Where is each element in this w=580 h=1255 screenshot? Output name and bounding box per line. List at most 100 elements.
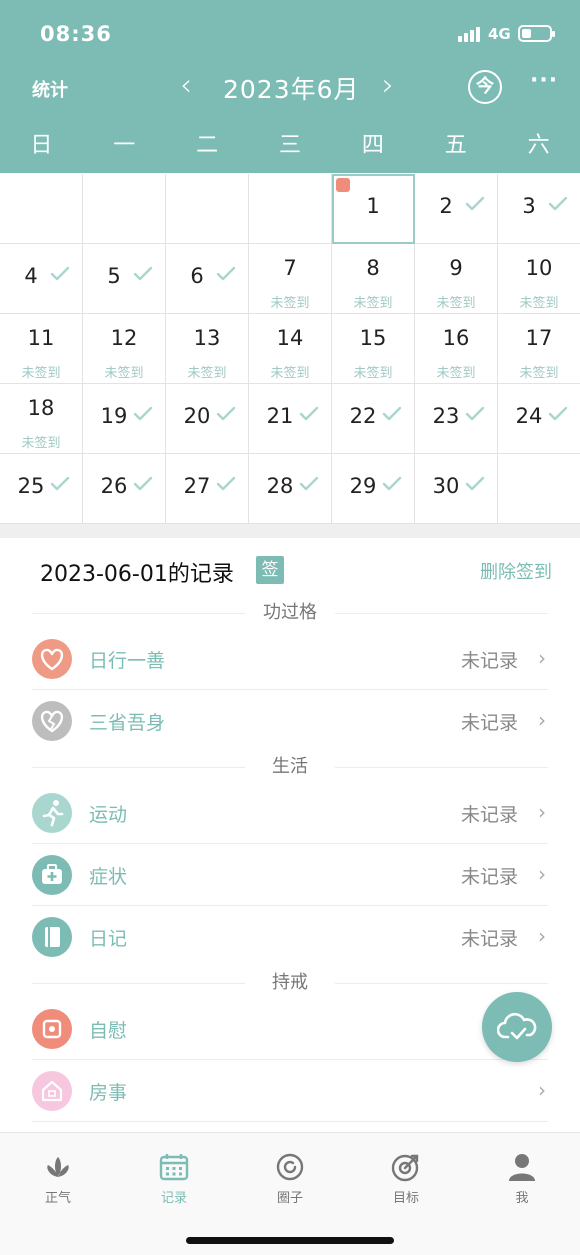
unsigned-label: 未签到 <box>519 296 559 311</box>
user-icon <box>464 1151 580 1183</box>
month-title[interactable]: 2023年6月 <box>223 70 360 106</box>
stats-button[interactable]: 统计 <box>32 76 68 102</box>
tab-target[interactable]: 目标 <box>348 1133 464 1213</box>
day-number: 9 <box>449 256 463 280</box>
calendar-day-cell[interactable]: 18 未签到 <box>0 384 83 454</box>
prev-month-button[interactable]: ‹ <box>180 68 192 104</box>
record-item[interactable]: 日行一善 未记录 › <box>32 628 548 690</box>
tab-lotus[interactable]: 正气 <box>0 1133 116 1213</box>
calendar-day-cell[interactable]: 30 <box>415 454 498 524</box>
section-title: 生活 <box>245 752 335 782</box>
calendar-day-cell[interactable]: 5 <box>83 244 166 314</box>
calendar-day-cell[interactable]: 20 <box>166 384 249 454</box>
tab-label: 记录 <box>160 1191 187 1206</box>
weekday-header: 日一二三四五六 <box>0 124 580 170</box>
day-number: 16 <box>442 326 470 350</box>
record-item[interactable]: 运动 未记录 › <box>32 782 548 844</box>
record-item[interactable]: 症状 未记录 › <box>32 844 548 906</box>
calendar-day-cell[interactable]: 9 未签到 <box>415 244 498 314</box>
circle-icon <box>232 1151 348 1183</box>
calendar-day-cell[interactable]: 16 未签到 <box>415 314 498 384</box>
checkmark-icon <box>216 476 236 494</box>
delete-sign-button[interactable]: 删除签到 <box>480 558 552 584</box>
unsigned-label: 未签到 <box>21 366 61 381</box>
record-item[interactable]: 自慰1次› <box>32 998 548 1060</box>
calendar-day-cell[interactable]: 19 <box>83 384 166 454</box>
calendar-day-cell[interactable]: 29 <box>332 454 415 524</box>
chevron-right-icon: › <box>538 708 546 732</box>
calendar-day-cell[interactable]: 25 <box>0 454 83 524</box>
calendar-day-cell[interactable]: 26 <box>83 454 166 524</box>
tab-label: 正气 <box>44 1191 71 1206</box>
calendar-day-cell[interactable]: 23 <box>415 384 498 454</box>
tab-circle[interactable]: 圈子 <box>232 1133 348 1213</box>
unsigned-label: 未签到 <box>353 296 393 311</box>
record-item[interactable]: 日记 未记录 › <box>32 906 548 968</box>
cloud-sync-button[interactable] <box>482 992 552 1062</box>
section-title: 功过格 <box>245 598 335 628</box>
calendar-day-cell[interactable]: 22 <box>332 384 415 454</box>
sign-badge: 签 <box>256 556 284 584</box>
calendar-week-row: 4 5 6 7 未签到 8 未签到 9 未签到 10 未签到 <box>0 244 580 314</box>
calendar-day-cell[interactable]: 7 未签到 <box>249 244 332 314</box>
header: 08:36 4G 统计 ‹ 2023年6月 › 今 ··· 日 一 二 三 四 五 六 <box>0 0 580 173</box>
record-item-label: 症状 <box>89 866 128 888</box>
more-icon[interactable]: ··· <box>530 68 558 93</box>
weekday-label: 五 <box>444 133 467 158</box>
calendar-day-cell[interactable]: 27 <box>166 454 249 524</box>
unsigned-label: 未签到 <box>104 366 144 381</box>
chevron-right-icon: › <box>538 924 546 948</box>
today-button[interactable]: 今 <box>468 70 502 104</box>
day-number: 7 <box>283 256 297 280</box>
calendar-day-cell[interactable]: 2 <box>415 174 498 244</box>
record-item-label: 房事 <box>89 1082 128 1104</box>
battery-level <box>522 29 531 38</box>
toolbar: 统计 ‹ 2023年6月 › 今 ··· <box>0 64 580 112</box>
calendar-day-cell[interactable]: 4 <box>0 244 83 314</box>
calendar-day-cell[interactable]: 15 未签到 <box>332 314 415 384</box>
calendar-day-cell[interactable]: 10 未签到 <box>498 244 580 314</box>
record-item-status: 未记录 <box>460 866 518 888</box>
day-number: 12 <box>110 326 138 350</box>
calendar-day-cell[interactable]: 12 未签到 <box>83 314 166 384</box>
record-item[interactable]: 看黄无› <box>32 1122 548 1132</box>
weekday-label: 二 <box>196 133 219 158</box>
calendar-empty-cell <box>83 174 166 244</box>
tab-label: 目标 <box>392 1191 419 1206</box>
tab-calendar[interactable]: 记录 <box>116 1133 232 1213</box>
calendar-day-cell[interactable]: 3 <box>498 174 580 244</box>
calendar-day-cell[interactable]: 6 <box>166 244 249 314</box>
calendar-day-cell[interactable]: 11 未签到 <box>0 314 83 384</box>
house-icon <box>32 1071 72 1111</box>
network-label: 4G <box>488 25 511 43</box>
calendar-day-cell[interactable]: 14 未签到 <box>249 314 332 384</box>
checkmark-icon <box>50 266 70 284</box>
checkmark-icon <box>382 476 402 494</box>
record-item[interactable]: 三省吾身 未记录 › <box>32 690 548 752</box>
calendar-day-cell[interactable]: 21 <box>249 384 332 454</box>
weekday-label: 六 <box>527 133 550 158</box>
calendar-day-cell[interactable]: 1 <box>332 174 415 244</box>
calendar-day-cell[interactable]: 28 <box>249 454 332 524</box>
day-number: 11 <box>27 326 55 350</box>
checkmark-icon <box>133 266 153 284</box>
calendar-day-cell[interactable]: 17 未签到 <box>498 314 580 384</box>
calendar-day-cell[interactable]: 24 <box>498 384 580 454</box>
checkmark-icon <box>465 476 485 494</box>
record-item[interactable]: 房事 › <box>32 1060 548 1122</box>
tab-user[interactable]: 我 <box>464 1133 580 1213</box>
calendar-week-row: 11 未签到 12 未签到 13 未签到 14 未签到 15 未签到 16 未签到 17 未签到 <box>0 314 580 384</box>
divider <box>0 524 580 538</box>
calendar-day-cell[interactable]: 8 未签到 <box>332 244 415 314</box>
checkmark-icon <box>216 266 236 284</box>
section-header: 功过格 <box>0 598 580 628</box>
chevron-right-icon: › <box>538 1078 546 1102</box>
next-month-button[interactable]: › <box>382 68 394 104</box>
record-item-label: 日记 <box>89 928 128 950</box>
weekday-label: 四 <box>361 133 384 158</box>
calendar-grid: 1 2 3 4 5 6 7 未签到 8 未签到 9 未签到 10 未签到 11 未签到 12 未签到 13 未签到 14… <box>0 174 580 524</box>
calendar-day-cell[interactable]: 13 未签到 <box>166 314 249 384</box>
medical-kit-icon <box>32 855 72 895</box>
home-indicator <box>186 1237 394 1244</box>
checkmark-icon <box>299 476 319 494</box>
